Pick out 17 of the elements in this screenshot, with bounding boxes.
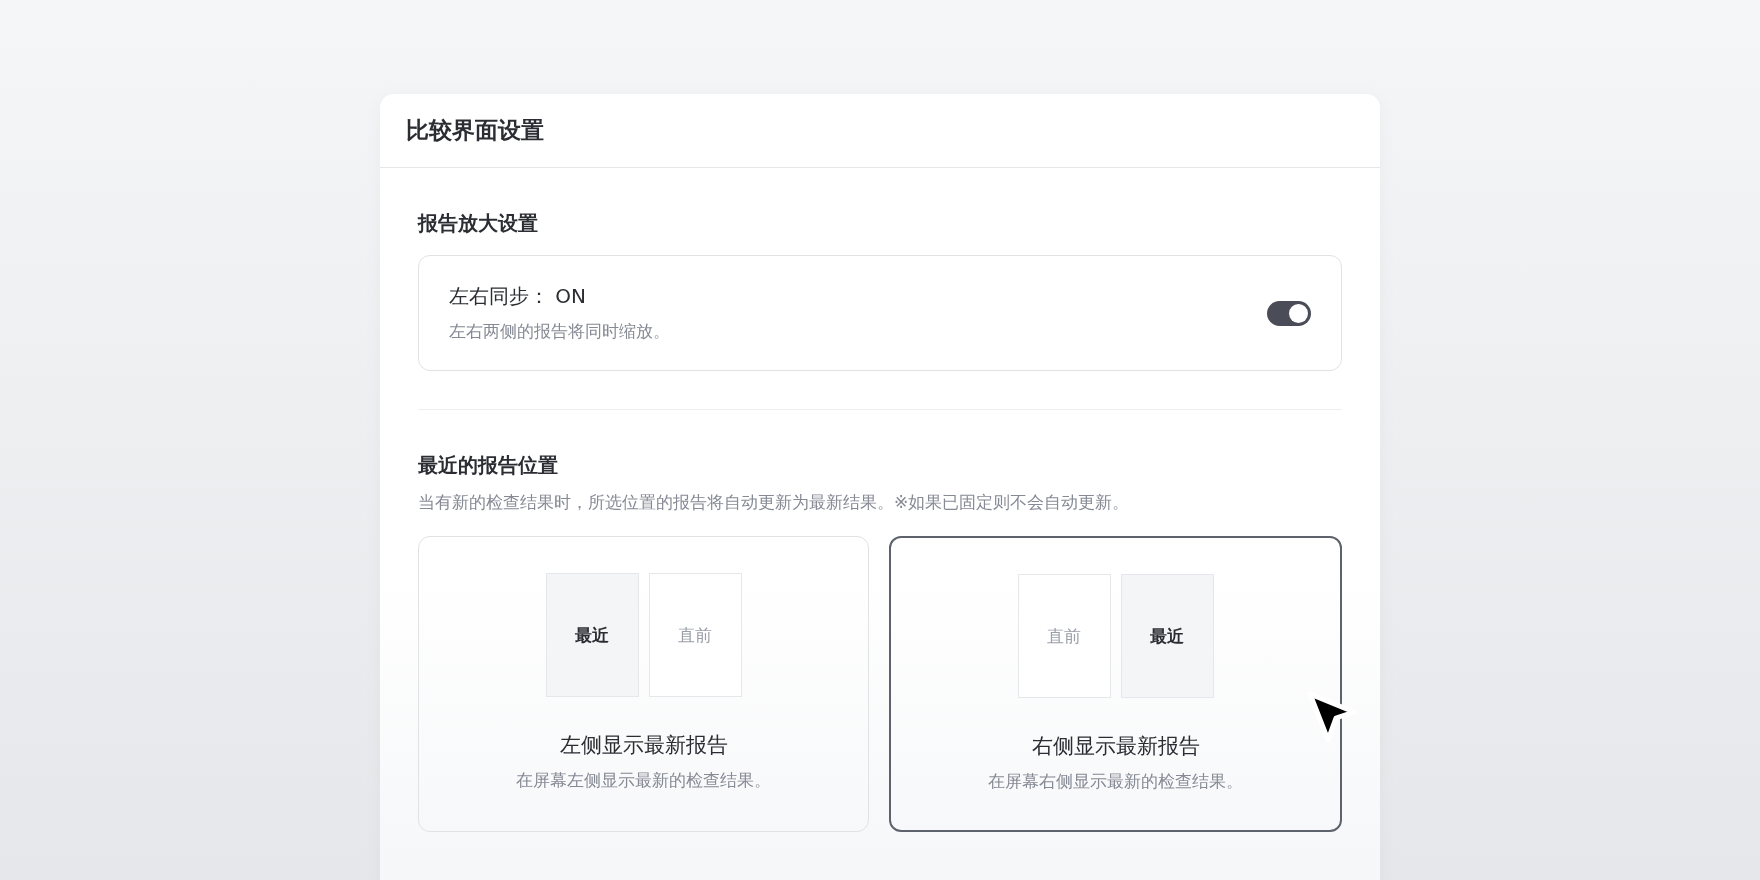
section-description: 当有新的检查结果时，所选位置的报告将自动更新为最新结果。※如果已固定则不会自动更新。 [418,491,1131,514]
window-title: 比较界面设置 [406,116,544,145]
layout-option-card[interactable]: 最近 直前 左侧显示最新报告 在屏幕左侧显示最新的检查结果。 [418,536,869,832]
report-pane: 直前 [1017,574,1111,698]
setting-label: 左右同步： ON [449,283,588,310]
section-heading: 最近的报告位置 [418,452,559,479]
option-title: 左侧显示最新报告 [559,732,728,759]
report-pane: 最近 [1120,574,1214,698]
layout-option-card[interactable]: 直前 最近 右侧显示最新报告 在屏幕右侧显示最新的检查结果。 [889,536,1342,832]
report-pane: 最近 [545,573,639,697]
report-pane: 直前 [648,573,742,697]
option-description: 在屏幕右侧显示最新的检查结果。 [988,770,1243,793]
section-heading: 报告放大设置 [418,210,539,237]
toggle-switch[interactable] [1267,300,1311,326]
option-title: 右侧显示最新报告 [1031,733,1200,760]
option-description: 在屏幕左侧显示最新的检查结果。 [516,769,771,792]
setting-description: 左右两侧的报告将同时缩放。 [449,320,670,343]
